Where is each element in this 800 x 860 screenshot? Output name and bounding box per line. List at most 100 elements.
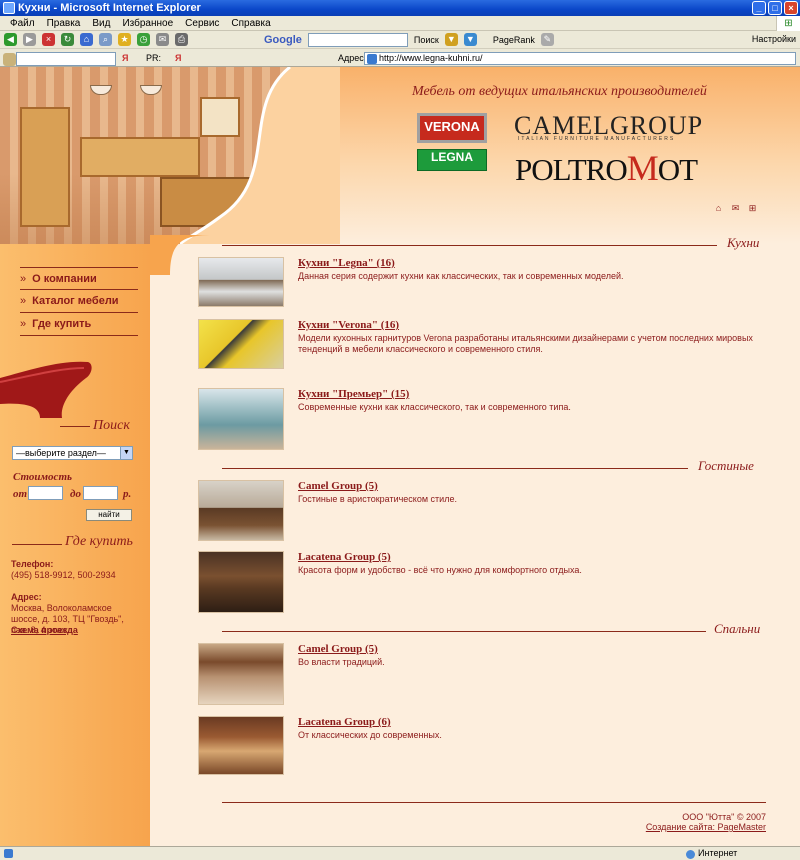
windows-logo-icon: ⊞ xyxy=(776,16,800,31)
toolbar-spell-icon[interactable]: ▼ xyxy=(463,33,477,46)
history-icon[interactable]: ◷ xyxy=(137,33,150,46)
menu-item-label: Каталог мебели xyxy=(32,295,119,307)
legna-logo[interactable]: LEGNA xyxy=(417,149,487,171)
category-line xyxy=(222,631,706,632)
item-thumbnail[interactable] xyxy=(198,480,284,541)
select-value: —выберите раздел— xyxy=(16,448,106,458)
main-menu: » О компании » Каталог мебели » Где купить xyxy=(20,267,138,336)
address-label: Адрес: xyxy=(338,53,367,63)
maximize-button[interactable]: □ xyxy=(768,1,782,15)
home-icon[interactable]: ⌂ xyxy=(714,204,723,213)
menu-item-label: О компании xyxy=(32,273,97,285)
developer-link[interactable]: Создание сайта: PageMaster xyxy=(560,822,766,832)
menu-edit[interactable]: Правка xyxy=(41,16,87,30)
item-title-link[interactable]: Кухни "Legna" (16) xyxy=(298,257,395,269)
menu-tools[interactable]: Сервис xyxy=(179,16,225,30)
search-icon[interactable]: ⌕ xyxy=(99,33,112,46)
menu-favorites[interactable]: Избранное xyxy=(116,16,179,30)
item-description: Гостиные в аристократическом стиле. xyxy=(298,494,457,504)
stop-icon[interactable]: × xyxy=(42,33,55,46)
price-to-input[interactable] xyxy=(83,486,118,500)
menu-file[interactable]: Файл xyxy=(4,16,41,30)
section-select[interactable]: —выберите раздел— ▼ xyxy=(12,446,133,460)
legna-logo-text: LEGNA xyxy=(431,150,473,164)
item-thumbnail[interactable] xyxy=(198,643,284,705)
yandex-icon-2[interactable]: Я xyxy=(175,53,181,63)
mail-icon[interactable]: ✉ xyxy=(156,33,169,46)
list-item: Кухни "Премьер" (15) Современные кухни к… xyxy=(198,388,768,450)
from-label: от xyxy=(13,488,28,500)
footer-copyright: ООО "Ютта" © 2007 xyxy=(682,812,766,822)
toolbar-bookmark-icon[interactable]: ▼ xyxy=(444,33,458,46)
favorites-icon[interactable]: ★ xyxy=(118,33,131,46)
item-title-link[interactable]: Кухни "Verona" (16) xyxy=(298,319,399,331)
item-title-link[interactable]: Lacatena Group (6) xyxy=(298,716,391,728)
item-thumbnail[interactable] xyxy=(198,551,284,613)
sitemap-icon[interactable]: ⊞ xyxy=(748,204,757,213)
arrow-icon: » xyxy=(20,318,27,330)
item-thumbnail[interactable] xyxy=(198,716,284,775)
price-from-input[interactable] xyxy=(28,486,63,500)
item-title-link[interactable]: Кухни "Премьер" (15) xyxy=(298,388,409,400)
forward-icon[interactable]: ▶ xyxy=(23,33,36,46)
item-description: Во власти традиций. xyxy=(298,657,385,667)
mail-icon[interactable]: ✉ xyxy=(731,204,740,213)
home-icon[interactable]: ⌂ xyxy=(80,33,93,46)
list-item: Кухни "Verona" (16) Модели кухонных гарн… xyxy=(198,319,768,381)
header-wave xyxy=(180,67,340,244)
category-header-kitchens: Кухни xyxy=(222,235,766,251)
poltro-m: M xyxy=(626,148,659,188)
verona-logo[interactable]: VERONA xyxy=(417,113,487,143)
menu-help[interactable]: Справка xyxy=(225,16,276,30)
poltro-ot: OT xyxy=(657,152,698,187)
item-title-link[interactable]: Lacatena Group (5) xyxy=(298,551,391,563)
url-page-icon xyxy=(367,54,377,64)
item-title-link[interactable]: Camel Group (5) xyxy=(298,480,378,492)
item-thumbnail[interactable] xyxy=(198,319,284,369)
item-thumbnail[interactable] xyxy=(198,257,284,307)
category-line xyxy=(222,245,717,246)
item-thumbnail[interactable] xyxy=(198,388,284,450)
top-icons: ⌂ ✉ ⊞ xyxy=(714,204,757,213)
address-label-text: Адрес: xyxy=(11,592,42,602)
item-description: Модели кухонных гарнитуров Verona разраб… xyxy=(298,333,753,354)
page-icon xyxy=(3,53,16,66)
menu-item-label: Где купить xyxy=(32,318,92,330)
chevron-down-icon: ▼ xyxy=(120,447,132,459)
refresh-icon[interactable]: ↻ xyxy=(61,33,74,46)
yandex-icon[interactable]: Я xyxy=(122,53,128,63)
menu-view[interactable]: Вид xyxy=(86,16,116,30)
google-search-button[interactable]: Поиск xyxy=(414,35,439,45)
search-title-line xyxy=(60,426,90,427)
poltromot-logo[interactable]: POLTROMOT xyxy=(515,147,698,189)
search-title: Поиск xyxy=(93,418,130,433)
list-item: Кухни "Legna" (16) Данная серия содержит… xyxy=(198,257,768,319)
google-search-input[interactable] xyxy=(307,32,408,47)
map-link[interactable]: Схема проезда xyxy=(11,625,78,635)
url-input[interactable]: http://www.legna-kuhni.ru/ xyxy=(364,52,796,65)
item-title-link[interactable]: Camel Group (5) xyxy=(298,643,378,655)
menu-item-catalog[interactable]: » Каталог мебели xyxy=(20,290,138,313)
find-button[interactable]: найти xyxy=(86,509,132,521)
ie-icon xyxy=(3,2,15,14)
menu-item-about[interactable]: » О компании xyxy=(20,267,138,290)
category-title: Гостиные xyxy=(698,458,754,473)
photo-lamp xyxy=(140,85,162,95)
status-page-icon xyxy=(4,849,13,858)
to-label: до xyxy=(70,488,81,500)
window-title: Кухни - Microsoft Internet Explorer xyxy=(18,2,201,14)
menu-item-where-to-buy[interactable]: » Где купить xyxy=(20,313,138,336)
back-icon[interactable]: ◀ xyxy=(4,33,17,46)
category-line xyxy=(222,468,688,469)
minimize-button[interactable]: _ xyxy=(752,1,766,15)
settings-wrench-icon[interactable]: ✎ xyxy=(540,33,554,46)
window-titlebar: Кухни - Microsoft Internet Explorer _ □ … xyxy=(0,0,800,16)
close-button[interactable]: × xyxy=(784,1,798,15)
settings-button[interactable]: Настройки xyxy=(752,34,796,44)
print-icon[interactable]: ⎙ xyxy=(175,33,188,46)
web-page: Мебель от ведущих итальянских производит… xyxy=(0,67,800,846)
category-title: Кухни xyxy=(727,235,760,250)
item-description: Современные кухни как классического, так… xyxy=(298,402,571,412)
photo-lamp-2 xyxy=(90,85,112,95)
toolbar-dropdown[interactable] xyxy=(16,52,116,66)
